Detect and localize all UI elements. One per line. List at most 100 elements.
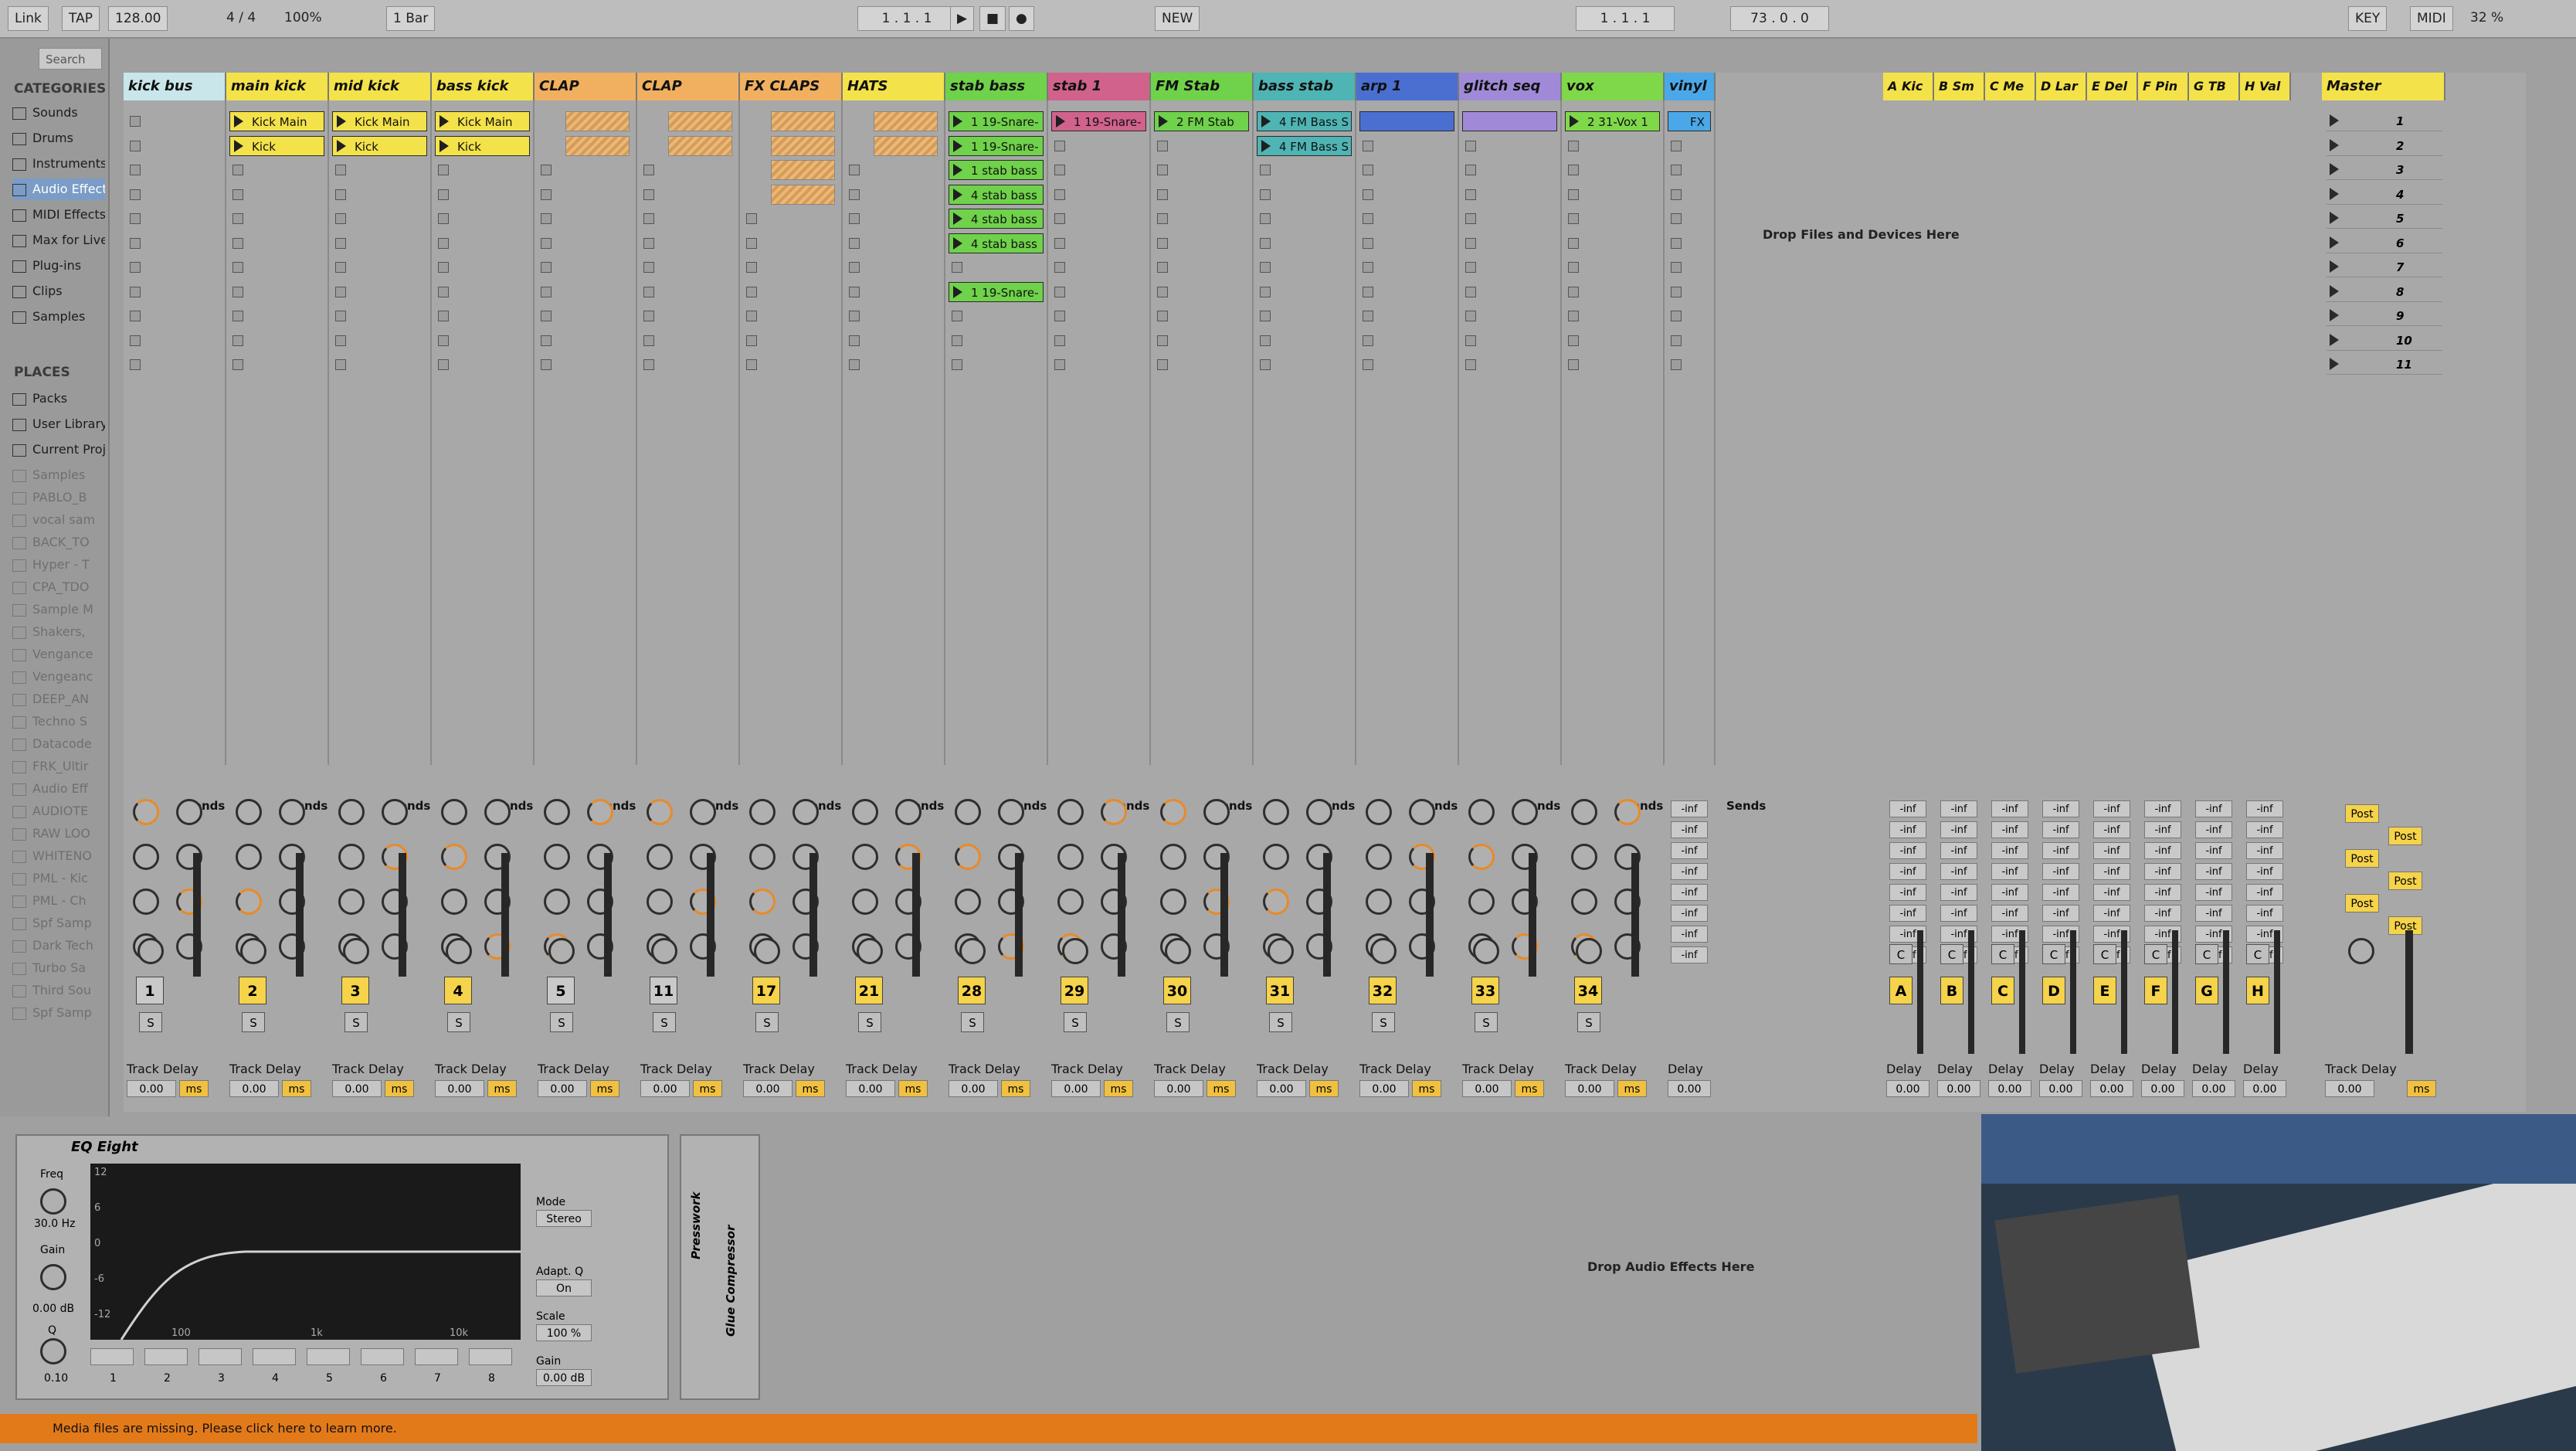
send-level[interactable]: -inf <box>1991 842 2028 859</box>
send-level[interactable]: -inf <box>2042 905 2079 922</box>
send-knob[interactable] <box>1571 844 1597 870</box>
pan-knob[interactable] <box>1370 938 1397 964</box>
scene-play-icon[interactable] <box>2330 163 2339 175</box>
send-level[interactable]: -inf <box>2195 800 2232 817</box>
send-knob[interactable] <box>1366 844 1392 870</box>
folder-item[interactable]: vocal sam <box>12 509 105 531</box>
scene-play-icon[interactable] <box>2330 114 2339 127</box>
track-activator[interactable]: 11 <box>650 977 677 1004</box>
crossfade-button[interactable]: C <box>1940 944 1963 964</box>
post-button[interactable]: Post <box>2345 894 2379 912</box>
delay-unit-toggle[interactable]: ms <box>693 1080 722 1097</box>
send-knob[interactable] <box>236 889 262 915</box>
scene-launch[interactable]: 1 <box>2327 111 2442 131</box>
scene-play-icon[interactable] <box>2330 236 2339 249</box>
send-knob[interactable] <box>1160 799 1186 825</box>
solo-button[interactable]: S <box>1166 1012 1190 1032</box>
track-header[interactable]: HATS <box>843 73 945 100</box>
track-header[interactable]: mid kick <box>329 73 432 100</box>
send-level[interactable]: -inf <box>1991 821 2028 838</box>
send-level[interactable]: -inf <box>2144 884 2181 901</box>
crossfade-button[interactable]: C <box>2195 944 2218 964</box>
send-knob[interactable] <box>484 799 511 825</box>
stop-icon[interactable]: ■ <box>979 6 1006 31</box>
eq-graph[interactable] <box>90 1164 521 1341</box>
scene-launch[interactable]: 7 <box>2327 257 2442 277</box>
send-knob[interactable] <box>1263 889 1289 915</box>
send-knob[interactable] <box>1468 799 1495 825</box>
track-header[interactable]: main kick <box>226 73 329 100</box>
send-knob[interactable] <box>1160 844 1186 870</box>
volume-meter[interactable] <box>1631 853 1639 977</box>
pan-knob[interactable] <box>137 938 164 964</box>
send-knob[interactable] <box>1512 799 1538 825</box>
q-knob[interactable] <box>40 1338 66 1364</box>
volume-meter[interactable] <box>399 853 406 977</box>
crossfade-button[interactable]: C <box>2042 944 2065 964</box>
band-number[interactable]: 7 <box>434 1372 441 1385</box>
send-level[interactable]: -inf <box>2246 884 2283 901</box>
scene-play-icon[interactable] <box>2330 212 2339 224</box>
send-level[interactable]: -inf <box>1889 863 1926 880</box>
send-knob[interactable] <box>647 799 673 825</box>
return-meter[interactable] <box>2274 930 2280 1054</box>
band-number[interactable]: 3 <box>218 1372 225 1385</box>
send-knob[interactable] <box>236 844 262 870</box>
folder-item[interactable]: PML - Kic <box>12 868 105 889</box>
volume-meter[interactable] <box>707 853 714 977</box>
track-delay-value[interactable]: 0.00 <box>1668 1080 1711 1097</box>
solo-button[interactable]: S <box>653 1012 676 1032</box>
track-delay-value[interactable]: 0.00 <box>1051 1080 1101 1097</box>
crossfade-button[interactable]: C <box>2246 944 2269 964</box>
scene-launch[interactable]: 11 <box>2327 355 2442 375</box>
track-header[interactable]: CLAP <box>535 73 637 100</box>
solo-button[interactable]: S <box>242 1012 265 1032</box>
crossfade-button[interactable]: C <box>1889 944 1912 964</box>
send-knob[interactable] <box>1468 889 1495 915</box>
send-knob[interactable] <box>955 889 981 915</box>
category-item[interactable]: Audio Effects <box>12 178 105 200</box>
send-level[interactable]: -inf <box>1671 842 1708 859</box>
pan-knob[interactable] <box>959 938 986 964</box>
return-track-header[interactable]: D Lar <box>2036 73 2087 100</box>
band-number[interactable]: 8 <box>488 1372 495 1385</box>
scene-launch[interactable]: 4 <box>2327 185 2442 205</box>
send-level[interactable]: -inf <box>2144 863 2181 880</box>
send-level[interactable]: -inf <box>1991 863 2028 880</box>
delay-unit-toggle[interactable]: ms <box>1104 1080 1133 1097</box>
track-activator[interactable]: 29 <box>1061 977 1088 1004</box>
status-bar[interactable]: Media files are missing. Please click he… <box>0 1414 1977 1443</box>
pan-knob[interactable] <box>1473 938 1499 964</box>
return-track-header[interactable]: B Sm <box>1934 73 1985 100</box>
scale-value[interactable]: 100 % <box>536 1324 592 1341</box>
volume-meter[interactable] <box>1529 853 1536 977</box>
send-knob[interactable] <box>1366 889 1392 915</box>
send-level[interactable]: -inf <box>1991 905 2028 922</box>
solo-button[interactable]: S <box>550 1012 573 1032</box>
output-gain-value[interactable]: 0.00 dB <box>536 1369 592 1386</box>
send-knob[interactable] <box>852 799 878 825</box>
send-level[interactable]: -inf <box>2042 884 2079 901</box>
send-level[interactable]: -inf <box>1940 800 1977 817</box>
scene-launch[interactable]: 10 <box>2327 331 2442 351</box>
return-track-header[interactable]: G TB <box>2189 73 2240 100</box>
volume-meter[interactable] <box>1220 853 1228 977</box>
send-knob[interactable] <box>279 799 305 825</box>
send-knob[interactable] <box>441 799 467 825</box>
band-number[interactable]: 6 <box>380 1372 387 1385</box>
filter-type-select[interactable] <box>144 1348 188 1365</box>
delay-unit-toggle[interactable]: ms <box>1617 1080 1647 1097</box>
send-knob[interactable] <box>1057 844 1084 870</box>
send-knob[interactable] <box>1306 799 1332 825</box>
return-track-header[interactable]: A Kic <box>1883 73 1934 100</box>
send-level[interactable]: -inf <box>2195 821 2232 838</box>
folder-item[interactable]: Shakers, <box>12 621 105 643</box>
folder-item[interactable]: Vengeanc <box>12 666 105 688</box>
volume-meter[interactable] <box>912 853 920 977</box>
send-knob[interactable] <box>749 844 776 870</box>
track-delay-value[interactable]: 0.00 <box>538 1080 587 1097</box>
track-delay-value[interactable]: 0.00 <box>435 1080 484 1097</box>
return-delay-value[interactable]: 0.00 <box>1886 1080 1929 1097</box>
band-number[interactable]: 4 <box>272 1372 279 1385</box>
folder-item[interactable]: Techno S <box>12 711 105 732</box>
